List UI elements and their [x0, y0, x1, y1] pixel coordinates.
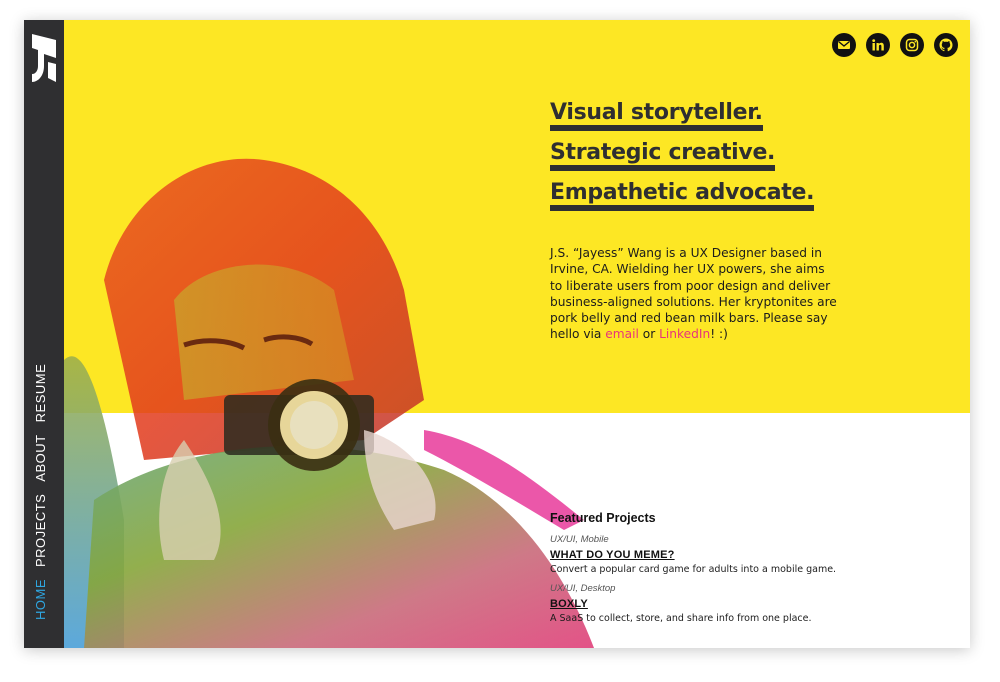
linkedin-icon[interactable]	[866, 33, 890, 57]
hero-headlines: Visual storyteller. Strategic creative. …	[550, 100, 814, 220]
featured-projects: Featured Projects UX/UI, Mobile WHAT DO …	[550, 511, 910, 632]
project-description: A SaaS to collect, store, and share info…	[550, 613, 812, 624]
instagram-icon[interactable]	[900, 33, 924, 57]
project-title-link[interactable]: WHAT DO YOU MEME?	[550, 549, 675, 562]
nav-about[interactable]: ABOUT	[33, 434, 48, 481]
nav-projects[interactable]: PROJECTS	[33, 494, 48, 567]
project-item: UX/UI, Mobile WHAT DO YOU MEME? Convert …	[550, 534, 910, 577]
logo-icon[interactable]	[30, 32, 58, 84]
project-title-link[interactable]: BOXLY	[550, 598, 588, 611]
bio-paragraph: J.S. “Jayess” Wang is a UX Designer base…	[550, 245, 840, 343]
project-item: UX/UI, Desktop BOXLY A SaaS to collect, …	[550, 583, 910, 626]
sidebar: HOME PROJECTS ABOUT RESUME	[24, 20, 64, 648]
portrait-photo	[64, 158, 594, 648]
portfolio-page: HOME PROJECTS ABOUT RESUME Visual storyt…	[24, 20, 970, 648]
nav-resume[interactable]: RESUME	[33, 364, 48, 423]
headline-1: Visual storyteller.	[550, 100, 763, 131]
github-icon[interactable]	[934, 33, 958, 57]
social-links	[832, 33, 958, 57]
bio-or: or	[638, 327, 660, 342]
project-description: Convert a popular card game for adults i…	[550, 564, 837, 575]
headline-3: Empathetic advocate.	[550, 180, 814, 211]
email-link[interactable]: email	[605, 327, 639, 341]
main-nav: HOME PROJECTS ABOUT RESUME	[33, 364, 48, 620]
headline-2: Strategic creative.	[550, 140, 775, 171]
project-category: UX/UI, Desktop	[550, 583, 616, 594]
project-category: UX/UI, Mobile	[550, 534, 609, 545]
nav-home[interactable]: HOME	[33, 579, 48, 620]
bio-ending: ! :)	[710, 327, 728, 342]
featured-projects-heading: Featured Projects	[550, 511, 656, 525]
email-icon[interactable]	[832, 33, 856, 57]
linkedin-link[interactable]: LinkedIn	[659, 327, 710, 341]
